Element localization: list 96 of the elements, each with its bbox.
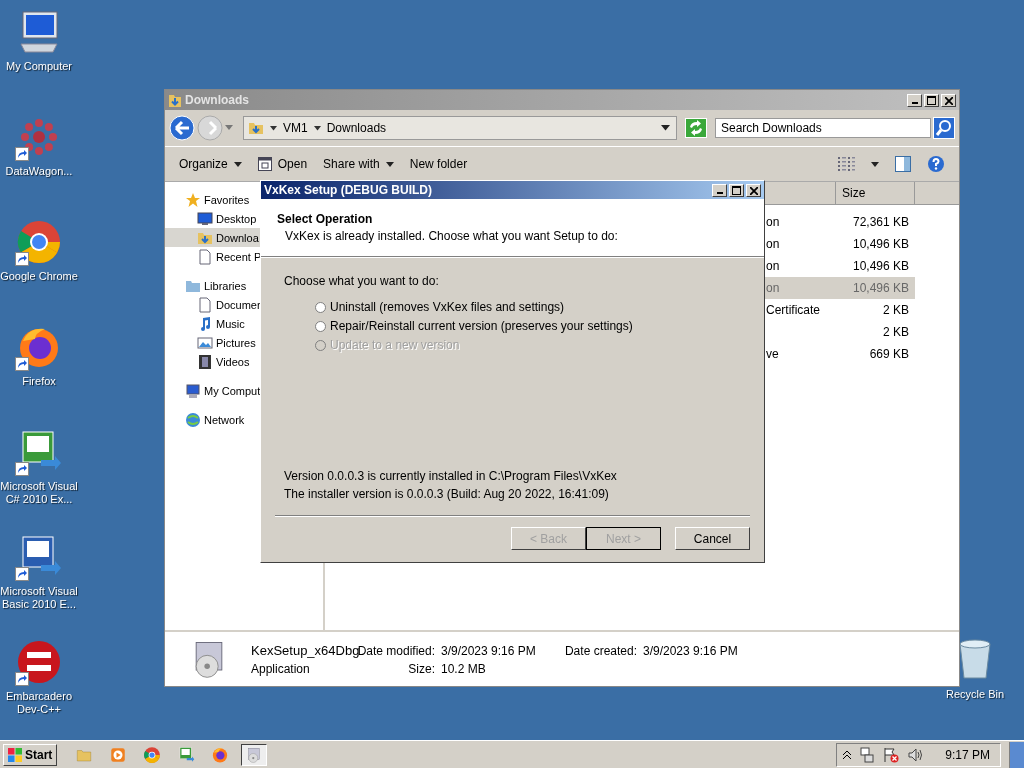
computer-icon xyxy=(185,382,201,399)
desktop-icon-label[interactable]: Microsoft Visual C# 2010 Ex... xyxy=(0,480,78,506)
windows-logo-icon xyxy=(8,747,22,762)
star-icon xyxy=(185,191,201,208)
caret-icon[interactable] xyxy=(871,161,879,167)
refresh-button[interactable] xyxy=(685,118,707,138)
nav-item[interactable]: My Comput xyxy=(165,381,323,400)
film-icon xyxy=(197,353,213,370)
chrome-icon xyxy=(15,218,63,266)
toolbar-button[interactable]: Open xyxy=(257,157,308,171)
table-cell: on xyxy=(766,237,780,251)
taskbar-app-button[interactable] xyxy=(241,743,268,766)
table-cell: on xyxy=(766,281,780,295)
toolbar-button[interactable]: Organize xyxy=(179,157,242,171)
show-desktop-button[interactable] xyxy=(1009,741,1024,768)
table-cell: Certificate xyxy=(766,303,821,317)
table-cell-text: 10,496 KB xyxy=(851,281,909,295)
minimize-icon xyxy=(911,101,918,104)
toolbar-button[interactable]: New folder xyxy=(409,157,468,171)
dialog-button[interactable]: Cancel xyxy=(675,527,750,550)
minimize-button[interactable] xyxy=(712,183,727,197)
table-cell-text: 10,496 KB xyxy=(851,237,909,251)
field-value: 3/9/2023 9:16 PM xyxy=(643,643,738,658)
globe-icon xyxy=(185,411,201,428)
table-cell-text: 10,496 KB xyxy=(851,259,909,273)
address-bar[interactable]: VM1 Downloads xyxy=(243,116,677,140)
table-cell: ve xyxy=(766,347,779,361)
minimize-icon xyxy=(716,191,723,194)
table-cell-text: 669 KB xyxy=(868,347,909,361)
window-icon xyxy=(257,157,272,171)
table-cell-text: 2 KB xyxy=(882,303,909,317)
maximize-button[interactable] xyxy=(729,183,744,197)
shortcut-arrow-icon xyxy=(15,462,29,476)
breadcrumb-item[interactable]: Downloads xyxy=(326,121,387,135)
shortcut-arrow-icon xyxy=(15,672,29,686)
nav-item[interactable]: Videos xyxy=(165,352,323,371)
desktop-icon-label[interactable]: Firefox xyxy=(0,375,78,388)
caret-icon[interactable] xyxy=(270,125,277,131)
shortcut-arrow-icon xyxy=(15,252,29,266)
breadcrumb-item[interactable]: VM1 xyxy=(283,121,308,135)
trash-bin-icon xyxy=(957,636,993,680)
close-button[interactable] xyxy=(941,93,956,107)
start-button[interactable]: Start xyxy=(3,743,58,766)
table-cell: on xyxy=(766,215,780,229)
caret-icon xyxy=(233,161,242,167)
nav-item[interactable]: Pictures xyxy=(165,333,323,352)
window-title: VxKex Setup (DEBUG BUILD) xyxy=(264,183,433,197)
caret-icon[interactable] xyxy=(313,125,321,131)
toolbar-button[interactable]: Share with xyxy=(323,157,394,171)
desktop-icon-label[interactable]: Embarcadero Dev-C++ xyxy=(0,690,78,716)
back-button[interactable] xyxy=(169,115,195,141)
minimize-button[interactable] xyxy=(907,93,922,107)
chrome-icon xyxy=(143,745,162,764)
search-button[interactable] xyxy=(933,117,955,139)
fox-icon xyxy=(211,745,230,764)
field-value: 3/9/2023 9:16 PM xyxy=(441,643,537,658)
speaker-icon[interactable] xyxy=(907,746,924,763)
desktop-icon-label[interactable]: Google Chrome xyxy=(0,270,78,283)
folder-icon xyxy=(168,92,182,108)
field-value: 10.2 MB xyxy=(441,661,487,676)
file-name: KexSetup_x64Dbg xyxy=(251,642,357,658)
column-header[interactable]: Size xyxy=(836,182,915,204)
clock[interactable]: 9:17 PM xyxy=(945,747,990,762)
desktop-icon-label[interactable]: Recycle Bin xyxy=(936,688,1014,701)
search-field[interactable]: Search Downloads xyxy=(715,118,931,138)
table-cell-text: 72,361 KB xyxy=(851,215,909,229)
info-text: Version 0.0.0.3 is currently installed in C:\Program Files\VxKex xyxy=(284,469,618,483)
desktop-icon-label[interactable]: My Computer xyxy=(0,60,78,73)
caret-icon[interactable] xyxy=(661,125,670,131)
network-icon[interactable] xyxy=(859,746,876,763)
chevron-up-icon[interactable] xyxy=(843,750,852,759)
shortcut-arrow-icon xyxy=(15,357,29,371)
nav-item[interactable]: Network xyxy=(165,410,323,429)
desktop-icon-label[interactable]: DataWagon... xyxy=(0,165,78,178)
desktop-icon-label[interactable]: Microsoft Visual Basic 2010 E... xyxy=(0,585,78,611)
window-title: Downloads xyxy=(185,93,250,107)
field-label: Size: xyxy=(407,661,436,676)
shortcut-arrow-icon xyxy=(15,147,29,161)
info-text: The installer version is 0.0.0.3 (Build: Aug 20 2022, 16:41:09) xyxy=(284,487,610,501)
program-icon xyxy=(177,745,196,764)
maximize-button[interactable] xyxy=(924,93,939,107)
flag-warning-icon[interactable] xyxy=(883,746,900,763)
preview-pane-icon[interactable] xyxy=(895,156,911,172)
dialog-heading: Select Operation xyxy=(277,212,374,226)
ball-icon xyxy=(15,638,63,686)
shortcut-arrow-icon xyxy=(15,567,29,581)
prompt-text: Choose what you want to do: xyxy=(283,274,440,288)
folder-icon xyxy=(248,120,264,136)
view-list-icon[interactable] xyxy=(837,157,855,171)
table-cell: on xyxy=(766,259,780,273)
field-label: Date created: xyxy=(563,643,638,658)
help-icon[interactable] xyxy=(927,155,945,173)
caret-icon xyxy=(385,161,394,167)
play-icon xyxy=(109,745,128,764)
file-type: Application xyxy=(251,661,311,676)
close-button[interactable] xyxy=(746,183,761,197)
